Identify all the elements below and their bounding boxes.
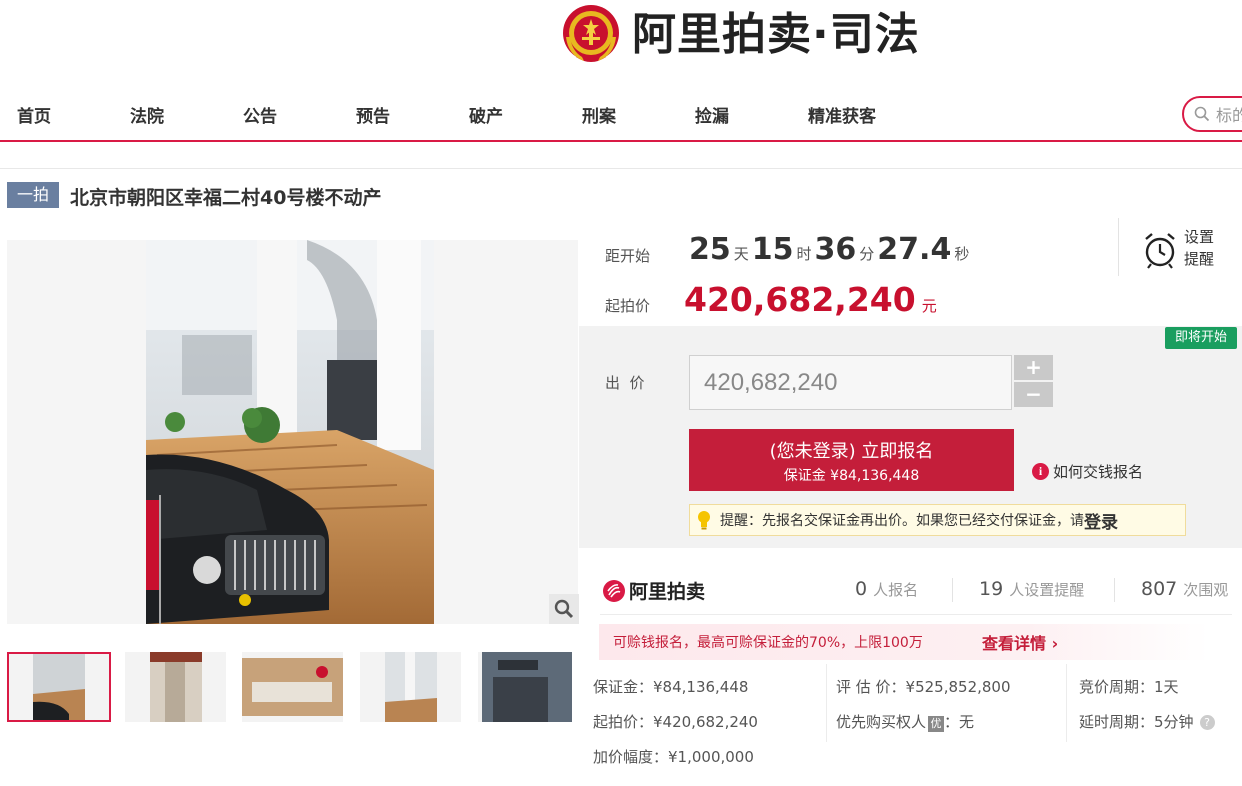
decrease-bid-button[interactable]: −: [1014, 382, 1053, 407]
info-icon: i: [1032, 463, 1049, 480]
appraisal-info: 评 估 价：¥525,852,800: [836, 678, 1011, 696]
priority-buyer-value: ：无: [944, 713, 975, 731]
start-price-label: 起拍价: [605, 297, 651, 315]
countdown-days: 25: [689, 232, 731, 267]
start-price-info: 起拍价：¥420,682,240: [593, 713, 758, 731]
view-details-link[interactable]: 查看详情 ›: [982, 630, 1058, 654]
countdown-seconds: 27.4: [877, 232, 952, 267]
set-reminder-button[interactable]: 设置提醒: [1140, 226, 1230, 274]
increase-bid-button[interactable]: +: [1014, 355, 1053, 380]
thumbnail-5[interactable]: [478, 652, 572, 722]
countdown-hours: 15: [751, 232, 794, 267]
search-icon: [1194, 106, 1210, 122]
nav-announcement[interactable]: 公告: [243, 102, 277, 127]
alipaimai-text: 阿里拍卖: [629, 581, 706, 603]
alarm-clock-icon: [1145, 233, 1175, 269]
main-image-viewer[interactable]: [7, 240, 579, 624]
nav-criminal[interactable]: 刑案: [582, 102, 616, 127]
reminder-tip: 提醒：先报名交保证金再出价。如果您已经交付保证金，请 登录: [689, 504, 1186, 536]
thumbnail-4[interactable]: [360, 652, 461, 722]
nav-preview[interactable]: 预告: [356, 102, 390, 127]
thumbnail-image: [150, 652, 202, 722]
view-number: 807: [1141, 578, 1178, 600]
chevron-right-icon: ›: [1051, 634, 1059, 653]
divider: [952, 578, 953, 602]
priority-buyer-label: 优先购买权人: [836, 713, 927, 731]
deposit-amount: 保证金 ¥84,136,448: [783, 468, 920, 484]
signup-number: 0: [855, 578, 868, 600]
thumbnail-image: [385, 652, 437, 722]
reminder-label: 设置提醒: [1184, 228, 1215, 268]
auction-round-badge: 一拍: [7, 182, 59, 208]
days-unit: 天: [733, 245, 749, 263]
thumbnail-1[interactable]: [7, 652, 111, 722]
signup-count: 0 人报名: [855, 578, 918, 600]
delay-period-text: 延时周期：5分钟: [1079, 713, 1194, 731]
reminder-count: 19 人设置提醒: [979, 578, 1084, 600]
lightbulb-icon: [698, 511, 710, 530]
how-to-register-link[interactable]: i 如何交钱报名: [1032, 461, 1143, 482]
priority-tag-icon: 优: [928, 716, 945, 732]
delay-period-info: 延时周期：5分钟?: [1079, 711, 1215, 732]
main-nav: 首页 法院 公告 预告 破产 刑案 捡漏 精准获客 标的: [0, 90, 1242, 142]
minutes-unit: 分: [859, 245, 875, 263]
seconds-unit: 秒: [954, 245, 970, 263]
register-button[interactable]: (您未登录) 立即报名 保证金 ¥84,136,448: [689, 429, 1014, 491]
divider: [1114, 578, 1115, 602]
help-icon[interactable]: ?: [1199, 715, 1215, 730]
countdown-minutes: 36: [814, 232, 857, 267]
login-link[interactable]: 登录: [1084, 508, 1118, 533]
nav-bankruptcy[interactable]: 破产: [469, 102, 503, 127]
status-badge: 即将开始: [1165, 327, 1237, 349]
reminder-number: 19: [979, 578, 1004, 600]
divider: [826, 664, 827, 742]
bid-label: 出 价: [605, 374, 645, 392]
price-unit: 元: [921, 297, 937, 315]
priority-buyer-info: 优先购买权人优：无: [836, 711, 974, 732]
thumbnail-image: [482, 652, 572, 722]
view-details-label: 查看详情: [982, 634, 1047, 653]
increment-info: 加价幅度：¥1,000,000: [593, 748, 754, 766]
nav-bargain[interactable]: 捡漏: [695, 102, 729, 127]
divider: [600, 614, 1232, 615]
thumbnail-image: [33, 654, 85, 720]
register-button-label: (您未登录) 立即报名: [769, 441, 934, 462]
countdown-label: 距开始: [605, 247, 651, 265]
reminder-unit: 人设置提醒: [1009, 581, 1085, 599]
nav-court[interactable]: 法院: [130, 102, 164, 127]
court-emblem-icon: [560, 1, 622, 69]
thumbnail-image: [242, 658, 343, 716]
thumbnail-2[interactable]: [125, 652, 226, 722]
bid-amount-input[interactable]: [689, 355, 1012, 410]
start-price-amount: 420,682,240: [684, 280, 916, 319]
nav-home[interactable]: 首页: [17, 102, 51, 127]
item-title: 北京市朝阳区幸福二村40号楼不动产: [70, 187, 382, 209]
alipaimai-logo-icon: [603, 579, 625, 602]
hours-unit: 时: [796, 245, 812, 263]
view-count: 807 次围观: [1141, 578, 1228, 600]
countdown-timer: 25 天 15 时 36 分 27.4 秒: [689, 232, 972, 267]
zoom-icon: [554, 599, 574, 619]
deposit-info: 保证金：¥84,136,448: [593, 678, 749, 696]
bidding-period-info: 竞价周期：1天: [1079, 678, 1179, 696]
site-logo[interactable]: 阿里拍卖·司法: [560, 0, 920, 70]
thumbnail-3[interactable]: [242, 652, 343, 722]
start-price-value: 420,682,240 元: [684, 280, 937, 319]
search-input[interactable]: 标的: [1182, 96, 1242, 132]
logo-text: 阿里拍卖·司法: [632, 9, 920, 60]
loan-text: 可赊钱报名，最高可赊保证金的70%，上限100万: [613, 635, 923, 651]
divider: [1066, 664, 1067, 742]
view-unit: 次围观: [1183, 581, 1229, 599]
how-to-register-label: 如何交钱报名: [1053, 463, 1144, 481]
nav-precise-leads[interactable]: 精准获客: [808, 102, 876, 127]
tip-text: 提醒：先报名交保证金再出价。如果您已经交付保证金，请: [720, 513, 1084, 529]
divider: [1118, 218, 1119, 276]
main-photo: [146, 240, 434, 624]
signup-unit: 人报名: [873, 581, 919, 599]
search-placeholder: 标的: [1216, 106, 1242, 125]
deposit-loan-banner: 可赊钱报名，最高可赊保证金的70%，上限100万 查看详情 ›: [599, 624, 1209, 660]
divider: [0, 168, 1242, 169]
zoom-button[interactable]: [549, 594, 579, 624]
alipaimai-logo: 阿里拍卖: [603, 577, 705, 604]
